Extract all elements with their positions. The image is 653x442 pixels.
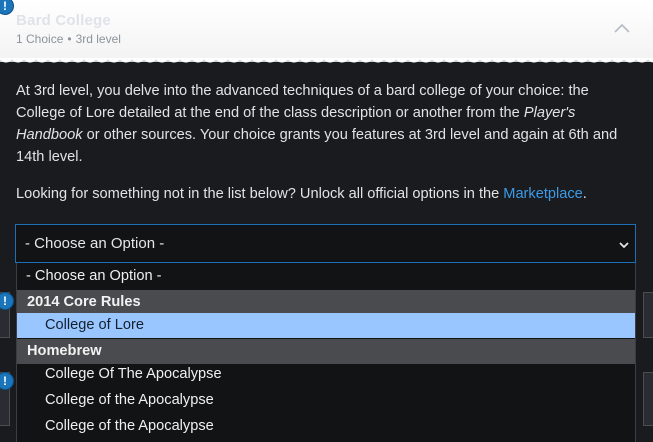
chevron-down-icon — [619, 242, 629, 249]
marketplace-link[interactable]: Marketplace — [503, 186, 583, 202]
unlock-text: Looking for something not in the list be… — [16, 186, 587, 202]
alert-badge: ! — [0, 372, 14, 390]
option-placeholder[interactable]: - Choose an Option - — [17, 264, 635, 289]
option-college-of-the-apocalypse[interactable]: College of the Apocalypse — [17, 414, 635, 439]
description-text: At 3rd level, you delve into the advance… — [16, 83, 618, 165]
optgroup-homebrew: Homebrew — [17, 339, 635, 364]
alert-badge: ! — [0, 292, 14, 310]
meta-separator: • — [67, 32, 72, 46]
panel-header[interactable]: Bard College 1 Choice • 3rd level — [0, 0, 653, 66]
optgroup-2014-core-rules: 2014 Core Rules — [17, 290, 635, 315]
choice-count: 1 Choice — [16, 32, 64, 46]
option-college-of-the-apocalypse[interactable]: College Of The Apocalypse — [17, 362, 635, 387]
option-college-of-the-apocalypse[interactable]: College of the Apocalypse — [17, 388, 635, 413]
right-panel-edge — [643, 292, 653, 338]
option-select[interactable]: - Choose an Option - — [15, 224, 636, 263]
level-label: 3rd level — [75, 32, 121, 46]
right-panel-edge — [643, 372, 653, 426]
torn-edge-decoration — [0, 58, 653, 66]
chevron-up-icon[interactable] — [611, 18, 633, 40]
panel-content: At 3rd level, you delve into the advance… — [16, 80, 638, 205]
panel-title: Bard College — [16, 12, 111, 29]
select-value: - Choose an Option - — [25, 235, 165, 252]
option-dropdown[interactable]: - Choose an Option - 2014 Core Rules Col… — [16, 263, 636, 442]
option-college-of-lore[interactable]: College of Lore — [17, 313, 635, 338]
panel-meta: 1 Choice • 3rd level — [16, 32, 121, 46]
